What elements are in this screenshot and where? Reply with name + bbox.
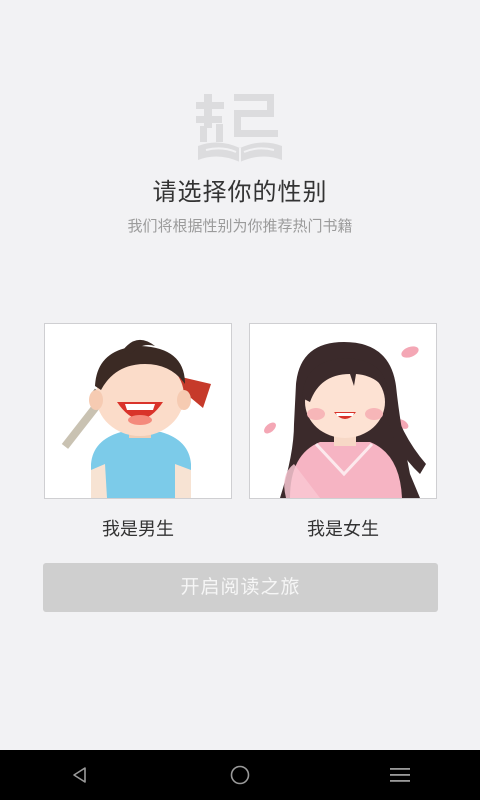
- start-reading-button[interactable]: 开启阅读之旅: [43, 563, 438, 612]
- home-icon: [230, 765, 250, 785]
- gender-selection-screen: 请选择你的性别 我们将根据性别为你推荐热门书籍 我是男生 我是女生 开启阅读之旅: [0, 0, 480, 750]
- qidian-book-logo-icon: [190, 88, 290, 166]
- menu-button[interactable]: [360, 750, 440, 800]
- home-button[interactable]: [200, 750, 280, 800]
- back-button[interactable]: [40, 750, 120, 800]
- girl-with-petals-illustration: [264, 342, 426, 498]
- male-option-label[interactable]: 我是男生: [44, 515, 232, 541]
- menu-icon: [390, 768, 410, 782]
- female-option-card[interactable]: [249, 323, 437, 499]
- page-title: 请选择你的性别: [152, 178, 328, 206]
- page-subtitle: 我们将根据性别为你推荐热门书籍: [127, 217, 353, 235]
- female-option-label[interactable]: 我是女生: [249, 515, 437, 541]
- system-navigation-bar: [0, 750, 480, 800]
- boy-with-sword-illustration: [61, 339, 211, 498]
- male-option-card[interactable]: [44, 323, 232, 499]
- back-icon: [73, 767, 86, 783]
